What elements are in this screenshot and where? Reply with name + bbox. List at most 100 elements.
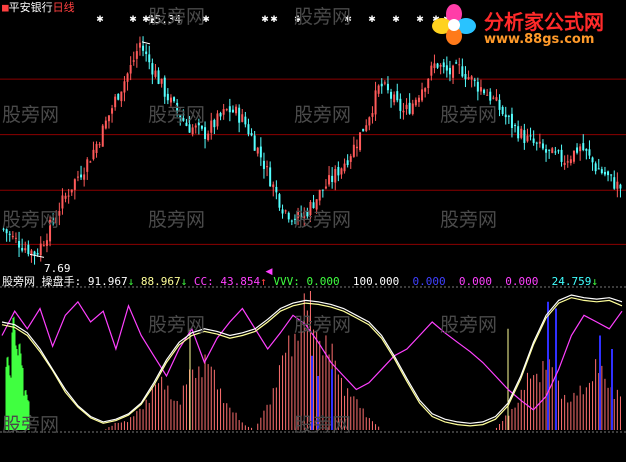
candle-body [538,141,541,144]
candle-body [111,108,114,114]
candle-body [541,143,544,149]
candle-body [45,240,48,246]
candle-body [142,45,145,51]
candle-body [523,130,526,143]
candle-body [380,83,383,87]
candle-body [501,106,504,115]
indicator-site: 股旁网 [2,275,35,288]
candle-body [107,115,110,122]
candle-body [194,125,197,128]
candle-body [219,112,222,117]
star-marker: ✱ [416,15,424,25]
candle-body [49,219,52,242]
candle-body [2,228,5,230]
candle-body [42,245,45,247]
stock-chart-window: ✱✱✱✱✱✱✱✱✱✱✱✱✱✱◀ ■平安银行日线 15.34 7.69 股旁网 操… [0,0,626,458]
candle-body [386,83,389,91]
candle-body [256,147,259,154]
stock-name: 平安银行 [8,1,53,14]
candle-body [610,174,613,176]
candle-body [467,77,470,80]
value-2: 88.967 [140,275,181,288]
candle-body [560,149,563,162]
candle-body [390,91,393,99]
star-marker: ✱ [392,15,400,25]
candle-body [529,135,532,137]
candle-body [309,201,312,215]
candle-body [411,103,414,115]
candle-body [98,144,101,146]
candle-body [135,51,138,59]
candle-body [594,163,597,172]
candle-body [101,125,104,147]
candle-body [61,195,64,209]
candle-body [290,220,293,222]
candle-body [24,248,27,251]
candle-body [231,109,234,113]
candle-body [613,177,616,189]
candle-body [517,126,520,139]
candle-body [250,133,253,136]
star-marker: ✱ [261,15,269,25]
candle-body [76,176,79,178]
site-logo: 分析家公式网 www.88gs.com [426,2,626,48]
candle-body [11,235,14,238]
candle-body [582,143,585,151]
candle-body [160,78,163,84]
candle-body [566,161,569,163]
cc-arrow: ↑ [260,275,267,288]
candle-body [148,54,151,63]
candle-body [495,97,498,101]
candle-body [86,159,89,172]
candle-body [514,125,517,127]
candle-body [278,194,281,208]
candle-body [39,243,42,256]
candle-body [535,142,538,144]
candle-body [551,148,554,154]
candle-body [452,65,455,78]
candle-body [58,210,61,216]
candle-body [563,162,566,166]
candle-body [18,240,21,248]
candle-body [445,65,448,71]
candle-body [619,184,622,189]
candle-body [5,229,8,234]
candle-body [421,89,424,101]
candle-body [166,93,169,101]
candle-body [262,160,265,169]
candle-body [427,78,430,89]
candle-body [154,70,157,77]
candle-body [275,186,278,193]
high-price-label: 15.34 [148,13,182,26]
candle-body [182,118,185,121]
candle-body [138,42,141,48]
candle-body [346,160,349,166]
candle-body [483,89,486,94]
candle-body [300,213,303,218]
candle-body [383,82,386,84]
candle-body [284,210,287,212]
candle-body [489,91,492,101]
candle-body [213,119,216,128]
candle-body [442,62,445,68]
candle-body [424,88,427,92]
candle-body [331,175,334,182]
candle-body [8,233,11,235]
cc-label: CC: [193,275,214,288]
candle-body [272,184,275,188]
candle-body [439,65,442,67]
candle-body [324,186,327,189]
candle-body [126,73,129,82]
candle-body [548,149,551,151]
logo-url: www.88gs.com [484,32,595,47]
value-4: 100.000 [352,275,400,288]
candle-body [352,144,355,157]
candle-body [408,102,411,114]
title-square: ■ [2,1,9,14]
candle-body [470,76,473,80]
candle-body [114,96,117,108]
candle-body [349,156,352,162]
candle-body [492,97,495,99]
candle-body [89,161,92,163]
value-1: 91.967 [87,275,128,288]
